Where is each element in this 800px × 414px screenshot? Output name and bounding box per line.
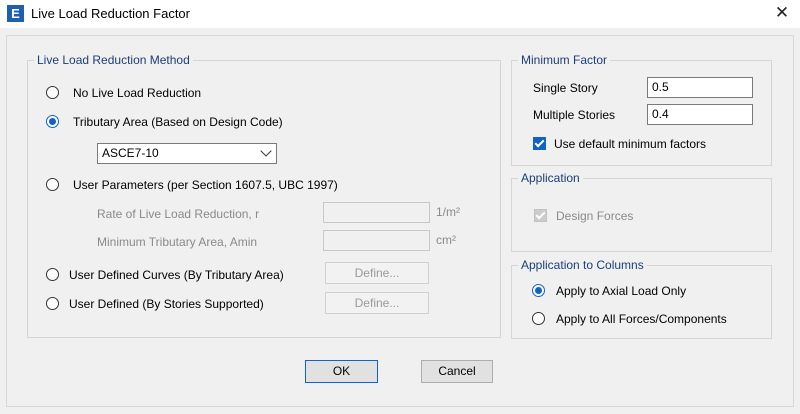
- design-code-select[interactable]: ASCE7-10: [97, 143, 277, 164]
- chevron-down-icon: [260, 145, 272, 157]
- close-icon[interactable]: ✕: [770, 2, 794, 24]
- radio-all-forces[interactable]: [532, 312, 545, 325]
- design-forces-label: Design Forces: [556, 209, 634, 223]
- use-default-checkbox[interactable]: [533, 137, 546, 150]
- design-code-value: ASCE7-10: [102, 146, 159, 160]
- rate-unit: 1/m²: [436, 205, 460, 219]
- user-stories-label: User Defined (By Stories Supported): [69, 297, 264, 311]
- multiple-stories-label: Multiple Stories: [533, 108, 616, 122]
- user-curves-label: User Defined Curves (By Tributary Area): [69, 268, 284, 282]
- cancel-button[interactable]: Cancel: [421, 360, 493, 383]
- radio-tributary-area[interactable]: [46, 115, 59, 128]
- window-title: Live Load Reduction Factor: [31, 6, 190, 21]
- rate-label: Rate of Live Load Reduction, r: [97, 207, 260, 221]
- use-default-label: Use default minimum factors: [554, 137, 707, 151]
- radio-user-stories[interactable]: [46, 297, 59, 310]
- design-forces-checkbox[interactable]: [534, 209, 547, 222]
- single-story-label: Single Story: [533, 81, 598, 95]
- application-title: Application: [518, 171, 583, 185]
- single-story-input[interactable]: 0.5: [647, 77, 753, 98]
- columns-group: Application to Columns: [511, 258, 772, 339]
- min-area-label: Minimum Tributary Area, Amin: [97, 235, 258, 249]
- title-bar: E Live Load Reduction Factor ✕: [0, 0, 800, 28]
- minimum-factor-title: Minimum Factor: [518, 53, 611, 67]
- all-forces-label: Apply to All Forces/Components: [556, 312, 727, 326]
- axial-only-label: Apply to Axial Load Only: [556, 284, 687, 298]
- min-area-unit: cm²: [436, 233, 456, 247]
- tributary-area-label: Tributary Area (Based on Design Code): [73, 115, 283, 129]
- radio-axial-only[interactable]: [532, 284, 545, 297]
- app-icon: E: [7, 5, 24, 22]
- multiple-stories-input[interactable]: 0.4: [647, 104, 753, 125]
- rate-input[interactable]: [323, 202, 430, 223]
- no-reduction-label: No Live Load Reduction: [73, 86, 202, 100]
- radio-user-parameters[interactable]: [46, 178, 59, 191]
- ok-button[interactable]: OK: [305, 360, 378, 383]
- application-group: Application: [511, 171, 772, 252]
- radio-user-curves[interactable]: [46, 268, 59, 281]
- define-stories-button[interactable]: Define...: [325, 292, 429, 314]
- min-area-input[interactable]: [323, 230, 430, 251]
- user-parameters-label: User Parameters (per Section 1607.5, UBC…: [73, 178, 338, 192]
- reduction-method-title: Live Load Reduction Method: [34, 53, 193, 67]
- define-curves-button[interactable]: Define...: [325, 262, 429, 284]
- radio-no-reduction[interactable]: [46, 86, 59, 99]
- columns-title: Application to Columns: [518, 258, 647, 272]
